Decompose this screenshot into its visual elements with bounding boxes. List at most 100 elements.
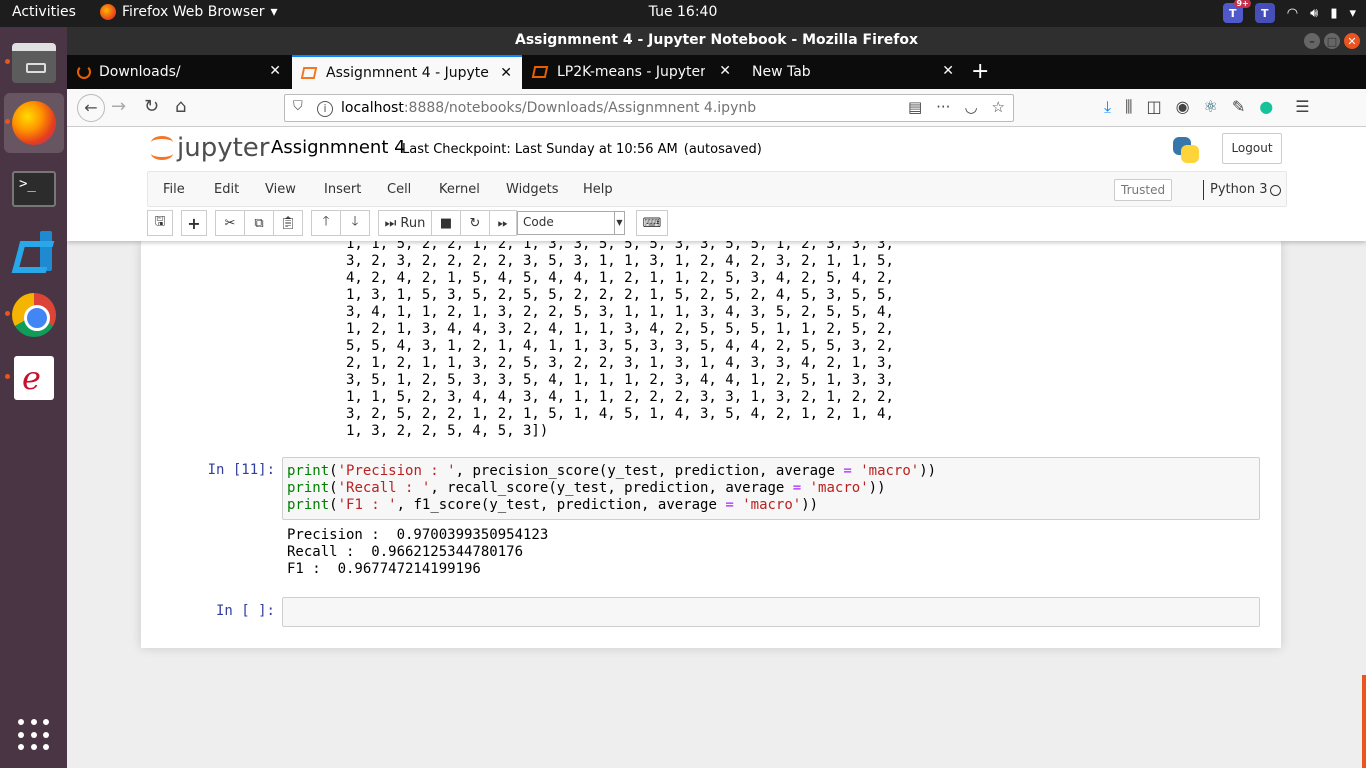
account-icon[interactable]: ◉ xyxy=(1176,97,1190,117)
page-scrollbar[interactable] xyxy=(1362,675,1366,768)
close-tab-icon[interactable]: ✕ xyxy=(269,63,281,79)
dock-vscode[interactable] xyxy=(4,221,64,281)
tab-strip: Downloads/ ✕ Assignmnent 4 - Jupyter ✕ L… xyxy=(67,55,1366,89)
cell-type-select[interactable]: Code ▼ xyxy=(517,211,625,235)
sidebar-icon[interactable]: ◫ xyxy=(1146,97,1161,117)
command-palette-button[interactable]: ⌨ xyxy=(636,210,668,236)
page-actions-icon[interactable]: ··· xyxy=(936,98,950,116)
running-indicator xyxy=(5,59,10,64)
restart-button[interactable]: ↻ xyxy=(460,210,490,236)
tab-assignment-4[interactable]: Assignmnent 4 - Jupyter ✕ xyxy=(292,55,522,89)
running-indicator xyxy=(5,311,10,316)
dock-terminal[interactable]: >_ xyxy=(4,159,64,219)
pocket-icon[interactable]: ◡ xyxy=(964,98,977,116)
empty-code-cell[interactable] xyxy=(282,597,1260,627)
hamburger-menu-icon[interactable]: ☰ xyxy=(1295,97,1309,117)
copy-button[interactable]: ⧉ xyxy=(244,210,274,236)
extension-dropper-icon[interactable]: ✎ xyxy=(1232,97,1245,117)
wifi-icon: ◠ xyxy=(1286,5,1299,21)
cut-button[interactable]: ✂ xyxy=(215,210,245,236)
url-bar[interactable]: ⛉ i localhost:8888/notebooks/Downloads/A… xyxy=(284,94,1014,122)
notification-badge: 9+ xyxy=(1234,0,1251,8)
teams-status-icon[interactable]: T xyxy=(1254,3,1275,23)
dock-chrome[interactable] xyxy=(4,285,64,345)
bookmark-star-icon[interactable]: ☆ xyxy=(992,98,1005,116)
reload-button[interactable]: ↻ xyxy=(144,96,159,117)
maximize-button[interactable]: □ xyxy=(1324,33,1340,49)
move-down-button[interactable]: 🡓 xyxy=(340,210,370,236)
menu-view[interactable]: View xyxy=(265,182,296,197)
grammarly-icon[interactable]: ● xyxy=(1259,97,1273,117)
minimize-button[interactable]: – xyxy=(1304,33,1320,49)
trusted-indicator[interactable]: Trusted xyxy=(1114,179,1173,201)
code-line: print('Recall : ', recall_score(y_test, … xyxy=(287,480,886,496)
extension-react-icon[interactable]: ⚛ xyxy=(1204,97,1218,117)
menu-insert[interactable]: Insert xyxy=(324,182,361,197)
library-icon[interactable]: ⫼ xyxy=(1125,97,1132,117)
home-button[interactable]: ⌂ xyxy=(175,96,186,117)
chevron-down-icon: ▾ xyxy=(270,4,278,20)
teams-icon[interactable]: T 9+ xyxy=(1222,0,1251,23)
cell-output-array: 1, 1, 5, 2, 2, 1, 2, 1, 3, 3, 5, 5, 5, 3… xyxy=(346,236,894,439)
tab-downloads[interactable]: Downloads/ ✕ xyxy=(67,55,291,89)
interrupt-button[interactable]: ■ xyxy=(431,210,461,236)
running-indicator xyxy=(5,119,10,124)
menu-edit[interactable]: Edit xyxy=(214,182,239,197)
new-tab-button[interactable]: + xyxy=(971,59,989,84)
jupyter-logo[interactable]: jupyter xyxy=(151,133,269,163)
system-tray[interactable]: T 9+ T ◠ 🔊︎ ▮ ▾ xyxy=(1222,0,1356,23)
jupyter-orb-icon xyxy=(151,134,173,162)
tab-lp2k-means[interactable]: LP2K-means - Jupyter No ✕ xyxy=(523,55,741,89)
app-menu[interactable]: Firefox Web Browser ▾ xyxy=(100,4,278,20)
restart-icon: ↻ xyxy=(469,215,481,231)
menu-kernel[interactable]: Kernel xyxy=(439,182,480,197)
activities-button[interactable]: Activities xyxy=(12,4,76,20)
logout-button[interactable]: Logout xyxy=(1222,133,1282,164)
power-menu-icon[interactable]: ▾ xyxy=(1349,6,1356,21)
restart-run-all-button[interactable]: ⏩︎ xyxy=(489,210,517,236)
info-icon[interactable]: i xyxy=(317,101,333,117)
insert-cell-button[interactable]: + xyxy=(181,210,207,236)
move-up-button[interactable]: 🡑 xyxy=(311,210,341,236)
kernel-name[interactable]: Python 3 xyxy=(1210,182,1267,197)
show-applications-button[interactable] xyxy=(4,705,64,765)
loading-icon xyxy=(77,65,91,79)
checkpoint-status: Last Checkpoint: Last Sunday at 10:56 AM… xyxy=(402,142,762,157)
browser-toolbar-icons: ⤓ ⫼ ◫ ◉ ⚛ ✎ ● ☰ xyxy=(1104,97,1310,117)
url-text[interactable]: localhost:8888/notebooks/Downloads/Assig… xyxy=(341,100,756,116)
dock-files[interactable] xyxy=(4,33,64,93)
python-logo-icon xyxy=(1171,135,1201,165)
shield-icon[interactable]: ⛉ xyxy=(293,99,303,114)
dock-document-viewer[interactable] xyxy=(4,348,64,408)
close-tab-icon[interactable]: ✕ xyxy=(942,63,954,79)
jupyter-page: jupyter Assignmnent 4 Last Checkpoint: L… xyxy=(67,127,1366,768)
close-tab-icon[interactable]: ✕ xyxy=(719,63,731,79)
window-controls: – □ ✕ xyxy=(1304,33,1360,49)
code-cell-11[interactable]: print('Precision : ', precision_score(y_… xyxy=(282,457,1260,520)
menu-cell[interactable]: Cell xyxy=(387,182,411,197)
terminal-icon: >_ xyxy=(12,171,56,207)
run-button[interactable]: ⏭︎ Run xyxy=(378,210,432,236)
close-window-button[interactable]: ✕ xyxy=(1344,33,1360,49)
back-button[interactable]: ← xyxy=(77,94,105,122)
menu-widgets[interactable]: Widgets xyxy=(506,182,559,197)
paste-icon: 📋︎ xyxy=(279,215,297,231)
close-tab-icon[interactable]: ✕ xyxy=(500,65,512,81)
forward-button[interactable]: → xyxy=(111,96,126,117)
window-titlebar[interactable]: Assignmnent 4 - Jupyter Notebook - Mozil… xyxy=(67,27,1366,55)
tab-new-tab[interactable]: New Tab ✕ xyxy=(742,55,964,89)
notebook-name[interactable]: Assignmnent 4 xyxy=(271,137,406,158)
code-line: print('Precision : ', precision_score(y_… xyxy=(287,463,937,479)
url-bar-actions: ▤ ··· ◡ ☆ xyxy=(908,98,1005,116)
reader-view-icon[interactable]: ▤ xyxy=(908,98,922,116)
cell-output-metrics: Precision : 0.9700399350954123 Recall : … xyxy=(287,527,549,577)
menu-file[interactable]: File xyxy=(163,182,185,197)
window-title: Assignmnent 4 - Jupyter Notebook - Mozil… xyxy=(514,32,919,48)
paste-button[interactable]: 📋︎ xyxy=(273,210,303,236)
save-button[interactable]: 🖫︎ xyxy=(147,210,173,236)
dock-firefox[interactable] xyxy=(4,93,64,153)
tab-label: Assignmnent 4 - Jupyter xyxy=(326,65,490,81)
menu-help[interactable]: Help xyxy=(583,182,613,197)
input-prompt: In [11]: xyxy=(207,462,275,478)
downloads-icon[interactable]: ⤓ xyxy=(1104,97,1111,117)
